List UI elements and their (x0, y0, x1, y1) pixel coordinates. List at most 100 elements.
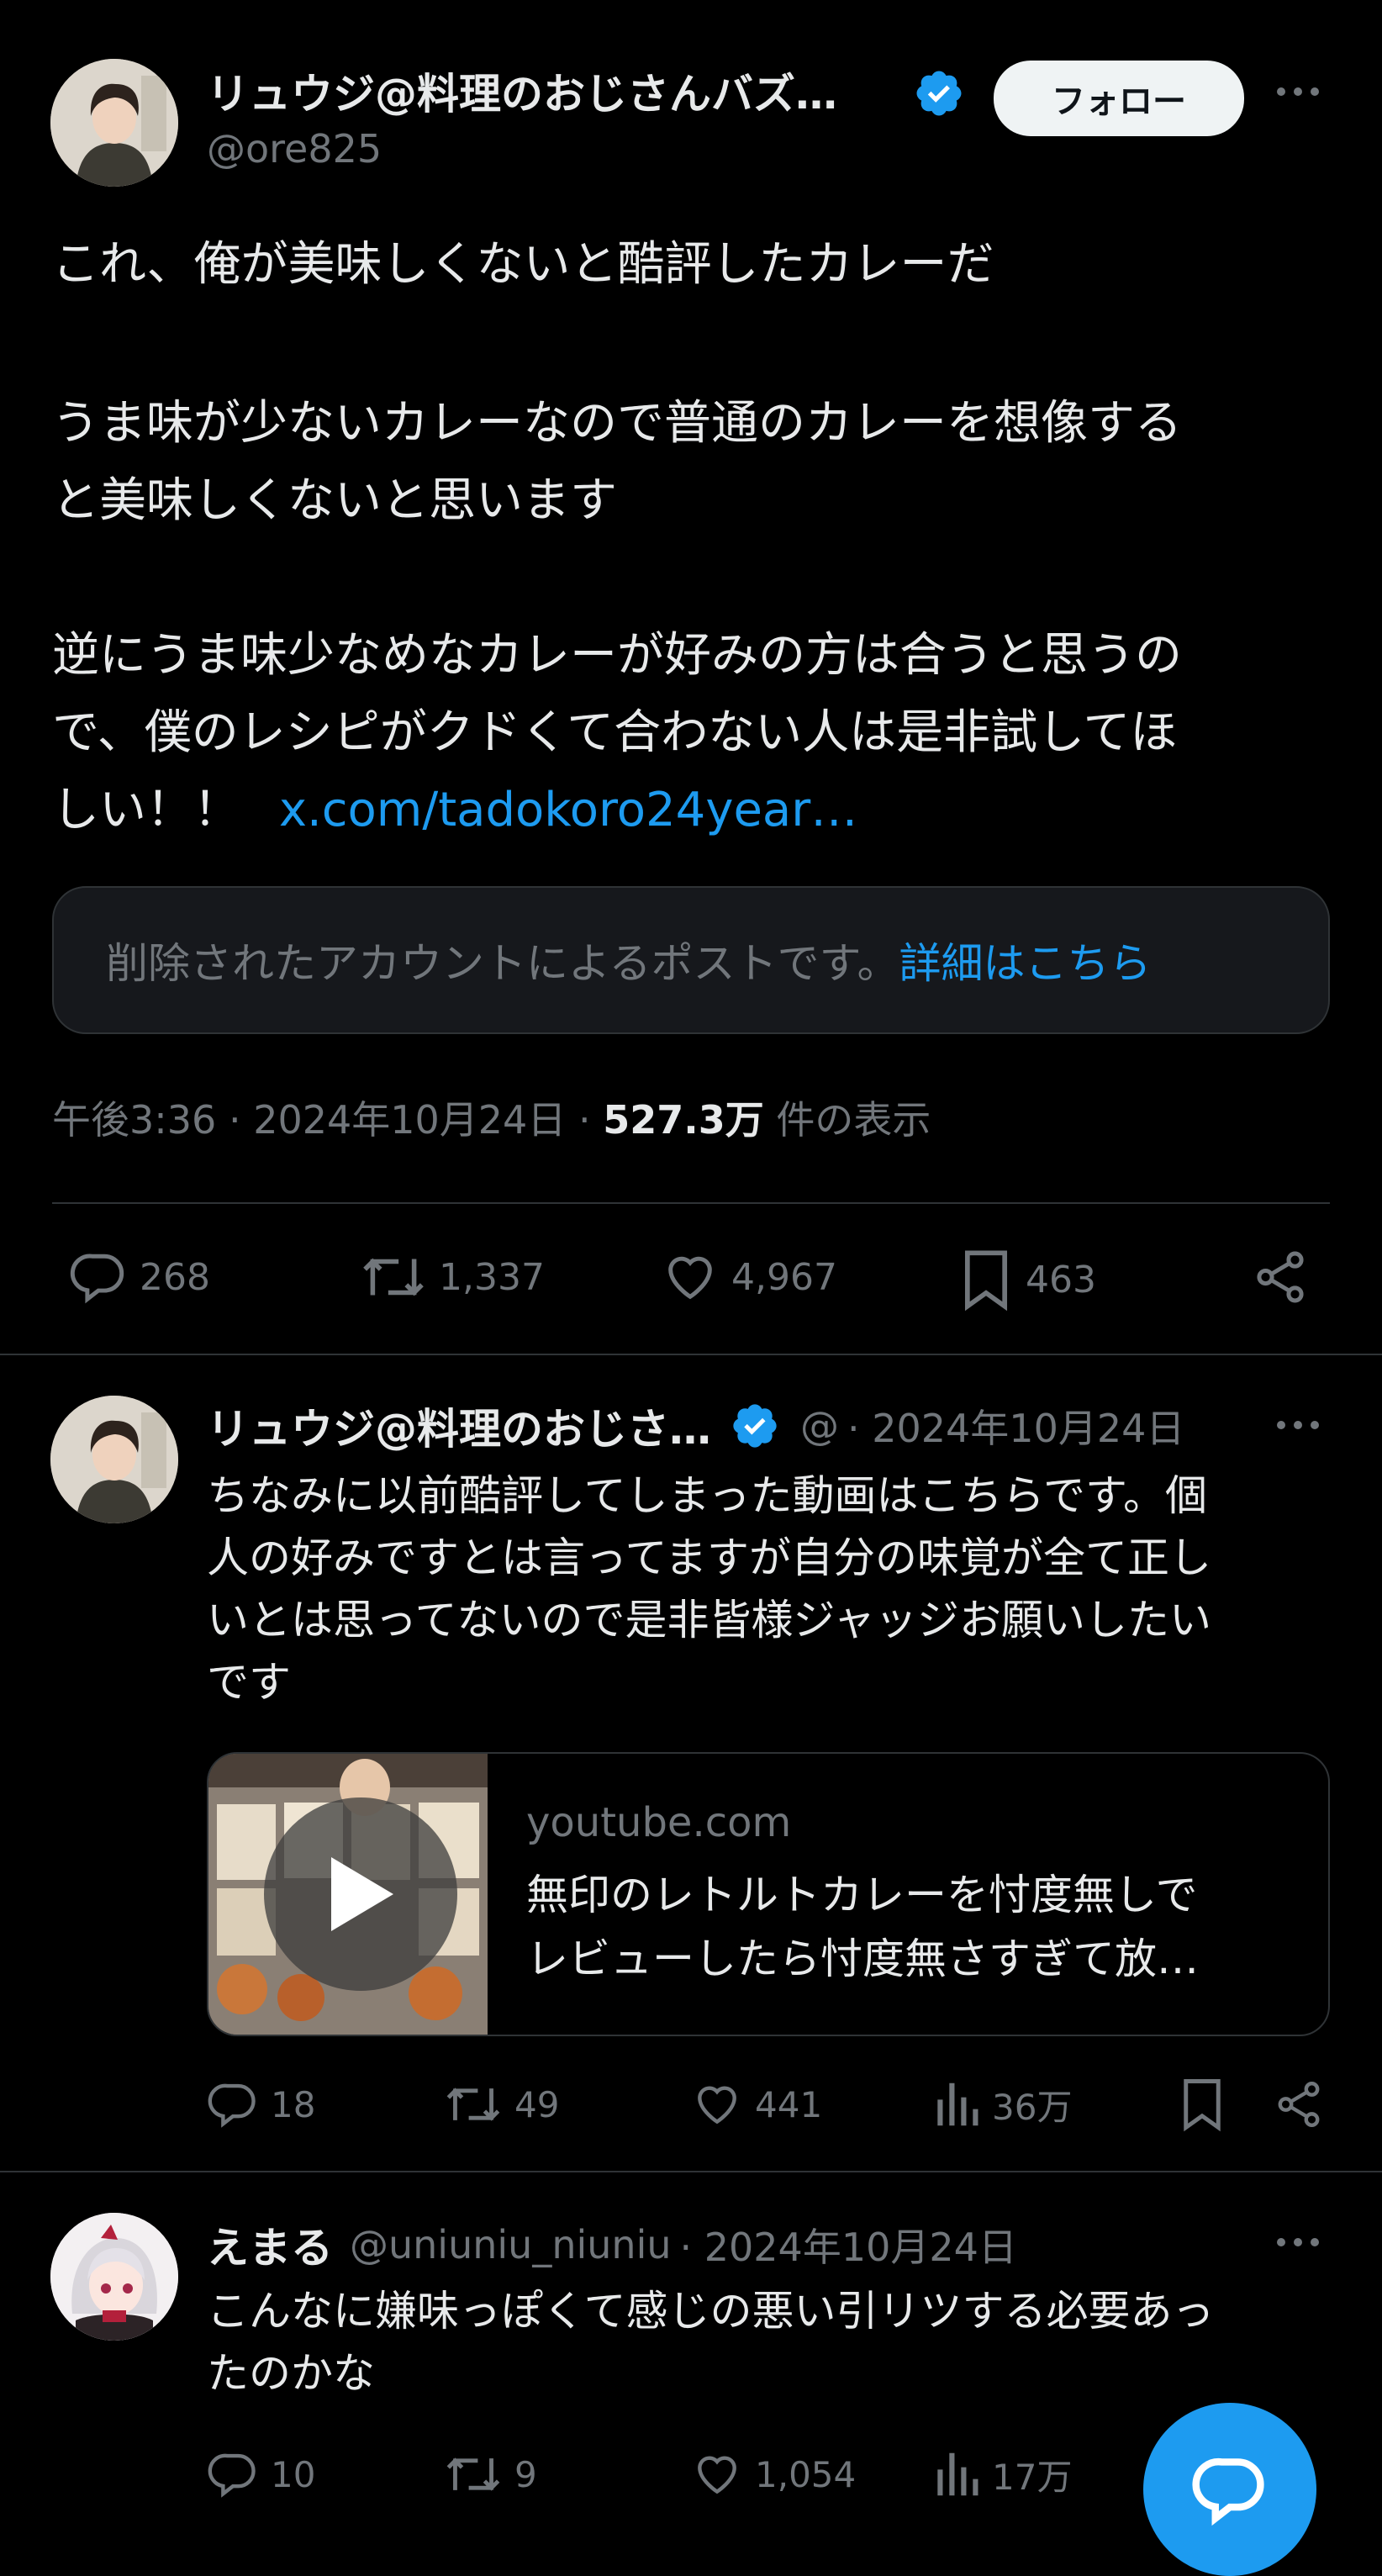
reply-text-line: ちなみに以前酷評してしまった動画はこちらです。個 (207, 1471, 1207, 1520)
reply-count: 10 (271, 2453, 316, 2495)
card-title-line: 無印のレトルトカレーを忖度無しで (526, 1871, 1198, 1919)
play-button-icon[interactable] (264, 1797, 457, 1991)
divider (0, 2171, 1382, 2172)
verified-badge-icon (913, 67, 965, 123)
reply-icon (208, 2083, 256, 2128)
like-count: 4,967 (731, 1255, 837, 1299)
more-icon[interactable] (1273, 1412, 1323, 1441)
link-card[interactable]: youtube.com 無印のレトルトカレーを忖度無しで レビューしたら忖度無さ… (207, 1752, 1330, 2036)
reply-header: えまる @uniuniu_niuniu · 2024年10月24日 (207, 2214, 1017, 2275)
repost-button[interactable]: 49 (444, 2078, 559, 2130)
reply-author-name[interactable]: リュウジ@料理のおじさ… (207, 1396, 711, 1456)
post-text-line: 逆にうま味少なめなカレーが好みの方は合うと思うの (52, 628, 1182, 683)
reply-count: 268 (140, 1255, 210, 1299)
bookmark-icon (964, 1250, 1008, 1312)
post-text-line: で、僕のレシピがクドくて合わない人は是非試してほ (52, 705, 1178, 760)
card-title-line: レビューしたら忖度無さすぎて放… (526, 1935, 1199, 1983)
card-title: 無印のレトルトカレーを忖度無しで レビューしたら忖度無さすぎて放… (526, 1863, 1199, 1991)
reply-avatar[interactable] (50, 1396, 178, 1523)
views-count: 17万 (992, 2456, 1073, 2498)
analytics-icon (937, 2452, 978, 2496)
analytics-icon (937, 2082, 978, 2126)
bookmark-icon (1184, 2079, 1221, 2132)
reply-author-name[interactable]: えまる (207, 2214, 333, 2275)
follow-button[interactable]: フォロー (994, 61, 1244, 136)
card-domain: youtube.com (526, 1799, 792, 1846)
reply-text-line: です (207, 1658, 291, 1707)
post-link[interactable]: x.com/tadokoro24year… (279, 783, 857, 837)
compose-reply-button[interactable] (1143, 2403, 1316, 2576)
heart-icon (668, 1256, 712, 1300)
post-text: これ、俺が美味しくないと酷評したカレーだ (52, 229, 1347, 302)
repost-button[interactable]: 9 (444, 2448, 537, 2500)
heart-icon (698, 2086, 736, 2125)
views-button[interactable]: 17万 (933, 2448, 1072, 2500)
reply-text-line: こんなに嫌味っぽくて感じの悪い引リツする必要あっ (207, 2287, 1215, 2336)
reply-date[interactable]: · 2024年10月24日 (680, 2217, 1017, 2272)
compose-reply-icon (1192, 2457, 1264, 2526)
repost-button[interactable]: 1,337 (360, 1248, 545, 1306)
views-count: 527.3万 (603, 1097, 764, 1143)
repost-icon (446, 2088, 500, 2121)
quote-notice: 削除されたアカウントによるポストです。 (106, 939, 899, 988)
reply-button[interactable]: 18 (207, 2078, 315, 2130)
reply-date[interactable]: · 2024年10月24日 (847, 1398, 1184, 1454)
reply-text-line: いとは思ってないので是非皆様ジャッジお願いしたい (207, 1596, 1211, 1644)
divider (0, 1354, 1382, 1355)
share-button[interactable] (1273, 2078, 1325, 2130)
more-icon[interactable] (1273, 2230, 1323, 2258)
reply-text: こんなに嫌味っぽくて感じの悪い引リツする必要あっ たのかな (207, 2280, 1358, 2404)
reply-text-line: たのかな (207, 2349, 375, 2398)
post-text-para2: うま味が少ないカレーなので普通のカレーを想像する と美味しくないと思います (52, 385, 1364, 540)
author-avatar[interactable] (50, 59, 178, 187)
author-handle[interactable]: @ore825 (207, 126, 382, 172)
reply-button[interactable]: 10 (207, 2448, 315, 2500)
meta-dot: · (578, 1097, 591, 1143)
repost-count: 1,337 (439, 1255, 545, 1299)
repost-count: 49 (514, 2083, 560, 2125)
like-count: 441 (755, 2083, 823, 2125)
quoted-post-unavailable[interactable]: 削除されたアカウントによるポストです。 詳細はこちら (52, 886, 1330, 1034)
like-count: 1,054 (755, 2453, 857, 2495)
post-text-line: と美味しくないと思います (52, 473, 617, 528)
share-icon (1278, 2082, 1320, 2127)
reply-button[interactable]: 268 (69, 1248, 210, 1306)
reply-header: リュウジ@料理のおじさ… @ · 2024年10月24日 (207, 1396, 1184, 1456)
reply-count: 18 (271, 2083, 316, 2125)
like-button[interactable]: 1,054 (691, 2448, 856, 2500)
bookmark-button[interactable]: 463 (958, 1248, 1096, 1312)
like-button[interactable]: 4,967 (661, 1248, 837, 1306)
author-name[interactable]: リュウジ@料理のおじさんバズ… (207, 61, 837, 121)
heart-icon (698, 2456, 736, 2494)
post-text-line: うま味が少ないカレーなので普通のカレーを想像する (52, 396, 1182, 451)
reply-icon (70, 1254, 124, 1304)
reply-author-handle[interactable]: @ (800, 1403, 839, 1449)
reply-icon (208, 2453, 256, 2498)
reply-avatar[interactable] (50, 2213, 178, 2341)
bookmark-count: 463 (1026, 1258, 1096, 1301)
views-button[interactable]: 36万 (933, 2078, 1072, 2130)
post-text-para3: 逆にうま味少なめなカレーが好みの方は合うと思うの で、僕のレシピがクドくて合わな… (52, 617, 1364, 849)
divider (52, 1202, 1330, 1204)
verified-badge-icon (733, 1404, 777, 1448)
views-count: 36万 (992, 2086, 1073, 2128)
bookmark-button[interactable] (1179, 2077, 1226, 2132)
post-text-line: しい！！ (52, 783, 240, 837)
post-text-line: これ、俺が美味しくないと酷評したカレーだ (52, 237, 994, 292)
post-date[interactable]: 2024年10月24日 (253, 1097, 566, 1143)
share-icon (1257, 1251, 1304, 1303)
repost-count: 9 (514, 2453, 537, 2495)
reply-author-handle[interactable]: @uniuniu_niuniu (350, 2222, 672, 2267)
like-button[interactable]: 441 (691, 2078, 822, 2130)
quote-details-link[interactable]: 詳細はこちら (899, 930, 1152, 990)
post-meta: 午後3:36 · 2024年10月24日 · 527.3万 件の表示 (52, 1090, 931, 1145)
meta-dot: · (228, 1097, 241, 1143)
share-button[interactable] (1251, 1248, 1310, 1306)
more-icon[interactable] (1273, 74, 1323, 113)
repost-icon (446, 2457, 500, 2491)
reply-text: ちなみに以前酷評してしまった動画はこちらです。個 人の好みですとは言ってますが自… (207, 1465, 1358, 1713)
reply-text-line: 人の好みですとは言ってますが自分の味覚が全て正し (207, 1533, 1211, 1582)
repost-icon (363, 1258, 424, 1296)
post-time[interactable]: 午後3:36 (52, 1097, 216, 1143)
views-label: 件の表示 (776, 1097, 931, 1143)
